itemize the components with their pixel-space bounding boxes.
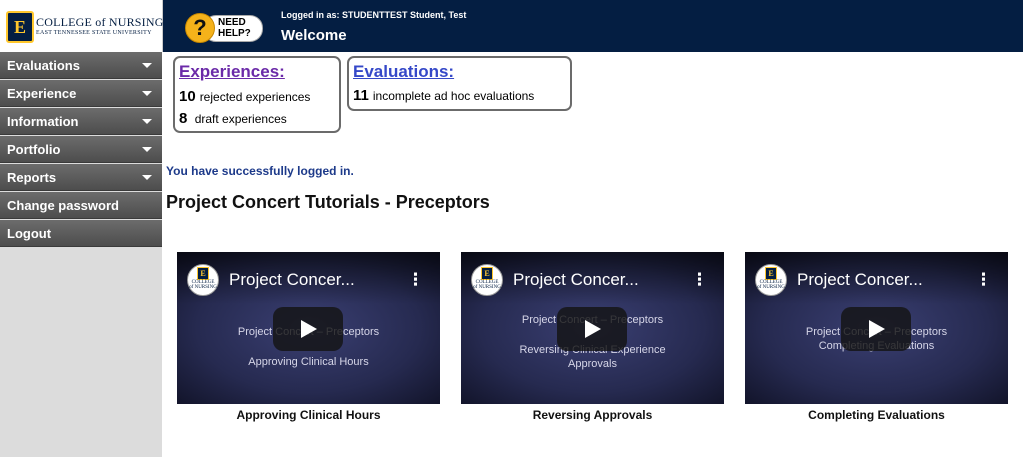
- video-slide-line: Approving Clinical Hours: [248, 356, 369, 368]
- need-help-button[interactable]: ? NEED HELP?: [185, 13, 263, 43]
- video-player[interactable]: Project Concert – Preceptors Completing …: [745, 252, 1008, 404]
- etsu-logo-icon: E: [197, 267, 209, 280]
- video-caption: Reversing Approvals: [532, 408, 653, 422]
- channel-badge-text: COLLEGE of NURSING: [189, 280, 217, 290]
- more-options-icon[interactable]: ⋮: [407, 270, 424, 290]
- sidebar-nav: Evaluations Experience Information Portf…: [0, 52, 162, 457]
- logged-in-user: Logged in as: STUDENTTEST Student, Test: [281, 10, 467, 20]
- incomplete-evaluations-stat[interactable]: 11 incomplete ad hoc evaluations: [353, 87, 534, 104]
- play-button[interactable]: [841, 307, 911, 351]
- channel-badge-text: COLLEGE of NURSING: [757, 280, 785, 290]
- caret-down-icon: [142, 175, 152, 180]
- video-title[interactable]: Project Concer...: [513, 270, 639, 290]
- more-options-icon[interactable]: ⋮: [975, 270, 992, 290]
- caret-down-icon: [142, 147, 152, 152]
- evaluations-summary-box: Evaluations: 11 incomplete ad hoc evaluat…: [347, 56, 572, 111]
- sidebar-item-evaluations[interactable]: Evaluations: [0, 52, 162, 79]
- draft-experiences-stat[interactable]: 8 draft experiences: [179, 110, 287, 127]
- video-card: Project Concert – Preceptors Reversing C…: [461, 252, 724, 422]
- video-caption: Approving Clinical Hours: [236, 408, 381, 422]
- question-mark-icon: ?: [185, 13, 215, 43]
- video-title[interactable]: Project Concer...: [229, 270, 355, 290]
- channel-avatar[interactable]: E COLLEGE of NURSING: [187, 264, 219, 296]
- channel-badge-text: COLLEGE of NURSING: [473, 280, 501, 290]
- need-help-label: NEED HELP?: [218, 17, 251, 39]
- experiences-summary-box: Experiences: 10 rejected experiences 8 dr…: [173, 56, 341, 133]
- login-success-message: You have successfully logged in.: [166, 164, 354, 178]
- rejected-experiences-stat[interactable]: 10 rejected experiences: [179, 88, 310, 105]
- experiences-link[interactable]: Experiences:: [179, 62, 285, 82]
- play-button[interactable]: [273, 307, 343, 351]
- video-title[interactable]: Project Concer...: [797, 270, 923, 290]
- etsu-logo-icon: E: [765, 267, 777, 280]
- caret-down-icon: [142, 91, 152, 96]
- video-slide-line: Approvals: [568, 358, 617, 370]
- channel-avatar[interactable]: E COLLEGE of NURSING: [471, 264, 503, 296]
- play-button[interactable]: [557, 307, 627, 351]
- university-name: EAST TENNESSEE STATE UNIVERSITY: [36, 30, 152, 36]
- sidebar-item-reports[interactable]: Reports: [0, 164, 162, 191]
- college-name: COLLEGE of NURSING: [36, 15, 164, 29]
- channel-avatar[interactable]: E COLLEGE of NURSING: [755, 264, 787, 296]
- etsu-logo-icon: E: [481, 267, 493, 280]
- play-icon: [585, 320, 601, 338]
- caret-down-icon: [142, 63, 152, 68]
- video-player[interactable]: Project Concert – Preceptors Reversing C…: [461, 252, 724, 404]
- video-card: Project Concert – Preceptors Approving C…: [177, 252, 440, 422]
- video-player[interactable]: Project Concert – Preceptors Approving C…: [177, 252, 440, 404]
- caret-down-icon: [142, 119, 152, 124]
- etsu-logo-icon: E: [6, 11, 34, 43]
- tutorials-heading: Project Concert Tutorials - Preceptors: [166, 192, 490, 212]
- evaluations-link[interactable]: Evaluations:: [353, 62, 454, 82]
- sidebar-item-logout[interactable]: Logout: [0, 220, 162, 247]
- play-icon: [869, 320, 885, 338]
- welcome-heading: Welcome: [281, 27, 347, 44]
- sidebar-item-experience[interactable]: Experience: [0, 80, 162, 107]
- sidebar-item-change-password[interactable]: Change password: [0, 192, 162, 219]
- top-header-bar: ? NEED HELP? Logged in as: STUDENTTEST S…: [163, 0, 1023, 52]
- sidebar-item-information[interactable]: Information: [0, 108, 162, 135]
- sidebar-item-portfolio[interactable]: Portfolio: [0, 136, 162, 163]
- video-card: Project Concert – Preceptors Completing …: [745, 252, 1008, 422]
- play-icon: [301, 320, 317, 338]
- video-caption: Completing Evaluations: [808, 408, 945, 422]
- more-options-icon[interactable]: ⋮: [691, 270, 708, 290]
- college-logo[interactable]: E COLLEGE of NURSING EAST TENNESSEE STAT…: [0, 0, 163, 52]
